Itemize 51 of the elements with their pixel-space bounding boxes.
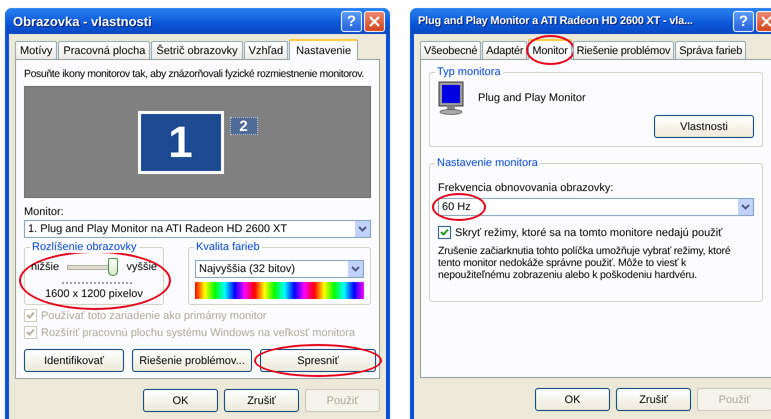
tab[interactable]: Pracovná plocha <box>58 41 150 59</box>
refresh-rate-label: Frekvencia obnovovania obrazovky: <box>438 182 614 194</box>
slider-thumb[interactable] <box>108 258 118 276</box>
resolution-slider[interactable] <box>67 258 118 276</box>
monitor-tile[interactable]: 1 <box>138 111 224 174</box>
monitor-label: Monitor: <box>24 206 65 218</box>
tab[interactable]: Riešenie problémov <box>572 41 674 59</box>
tab[interactable]: Adaptér <box>482 41 528 59</box>
slider-ticks <box>62 282 132 284</box>
slider-min-label: nižšie <box>31 261 60 273</box>
group-title: Nastavenie monitora <box>435 157 540 169</box>
checkbox-label: Používať toto zariadenie ako primárny monitor <box>41 310 266 322</box>
help-button[interactable]: ? <box>341 10 362 32</box>
monitor-dropdown[interactable]: 1. Plug and Play Monitor na ATI Radeon HD 2600 XT <box>24 220 371 238</box>
group-title: Kvalita farieb <box>194 241 262 253</box>
monitor-name: Plug and Play Monitor <box>478 92 586 104</box>
warning-text: Zrušenie začiarknutia tohto políčka umožňuje vybrať režimy, ktoré tento monitor nedokáže správne použiť. Môže to viesť k nepoužiteľnému zobrazeniu alebo k poškodeniu hardvéru. <box>438 245 732 282</box>
close-button[interactable] <box>364 10 385 32</box>
close-icon <box>369 16 380 26</box>
group-title: Typ monitora <box>435 66 503 78</box>
window-title: Obrazovka - vlastnosti <box>13 14 153 28</box>
tab[interactable]: Všeobecné <box>420 41 482 59</box>
instruction-text: Posuňte ikony monitorov tak, aby znázorňovali fyzické rozmiestnenie monitorov. <box>24 68 365 80</box>
dialog-button[interactable]: Zrušiť <box>224 389 299 412</box>
window-title: Plug and Play Monitor a ATI Radeon HD 2600 XT - vla... <box>418 15 694 27</box>
action-button[interactable]: Spresniť <box>260 349 376 372</box>
checkbox-label: Skryť režimy, ktoré sa na tomto monitore nedajú použiť <box>455 226 722 238</box>
tab[interactable]: Správa farieb <box>675 41 746 59</box>
action-button[interactable]: Identifikovať <box>24 349 124 372</box>
group-title: Rozlíšenie obrazovky <box>30 241 139 253</box>
color-quality-dropdown[interactable]: Najvyššia (32 bitov) <box>195 260 364 278</box>
help-button[interactable]: ? <box>733 10 754 32</box>
tab[interactable]: Šetrič obrazovky <box>151 41 243 59</box>
refresh-rate-dropdown[interactable]: 60 Hz <box>438 198 754 216</box>
monitor-icon <box>438 81 466 115</box>
checkbox-label: Rozšíriť pracovnú plochu systému Windows na veľkosť monitora <box>41 326 356 338</box>
tab[interactable]: Nastavenie <box>289 39 358 60</box>
slider-max-label: vyššie <box>126 261 157 273</box>
dialog-button[interactable]: OK <box>143 389 218 412</box>
tab[interactable]: Vzhľad <box>244 41 288 59</box>
tab[interactable]: Monitor <box>528 39 572 60</box>
checkbox[interactable] <box>438 226 451 239</box>
dialog-button[interactable]: Zrušiť <box>616 388 691 411</box>
close-icon <box>761 16 771 26</box>
monitor-tile[interactable]: 2 <box>230 117 258 135</box>
resolution-value: 1600 x 1200 pixelov <box>45 288 143 300</box>
action-button[interactable]: Riešenie problémov... <box>132 349 252 372</box>
tab[interactable]: Motívy <box>15 41 58 59</box>
dialog-button[interactable]: OK <box>535 388 610 411</box>
close-button[interactable] <box>756 10 771 32</box>
properties-button[interactable]: Vlastnosti <box>654 115 754 138</box>
